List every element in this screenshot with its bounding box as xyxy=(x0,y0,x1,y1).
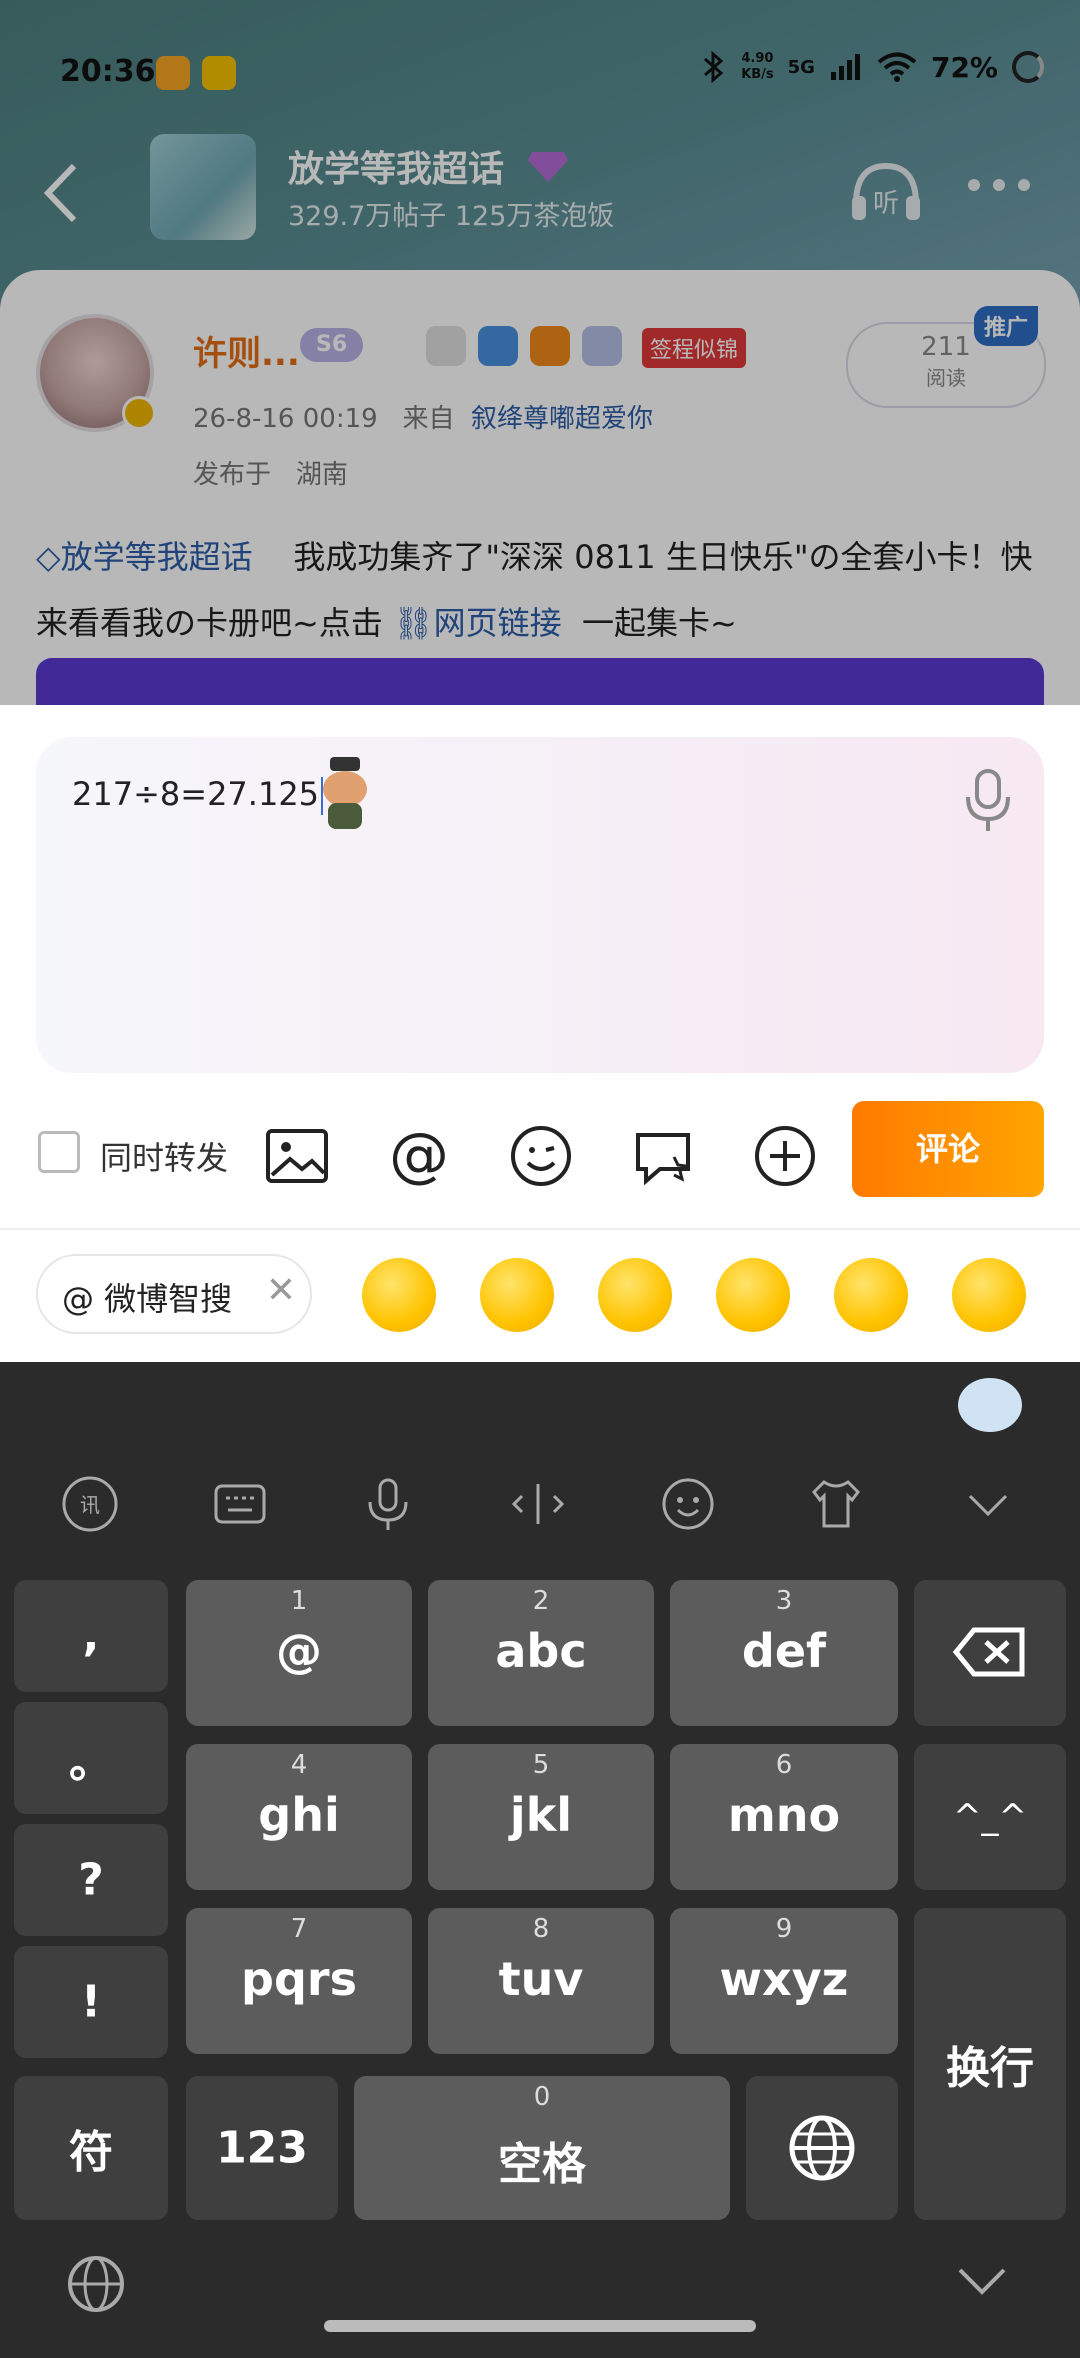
key-label: , xyxy=(82,1610,100,1662)
key-letters: tuv xyxy=(498,1952,584,2006)
composer-toolbar: 同时转发 @ 评论 xyxy=(0,1101,1080,1201)
hamster-sticker-icon xyxy=(323,757,367,829)
key-symbol[interactable]: 符 xyxy=(14,2076,168,2220)
key-3[interactable]: 3 def xyxy=(670,1580,898,1726)
mention-chip-label: @ 微博智搜 xyxy=(62,1280,233,1318)
key-emoticon[interactable]: ^_^ xyxy=(914,1744,1066,1890)
key-number: 8 xyxy=(532,1914,550,1944)
collapse-chevron-down-icon[interactable] xyxy=(958,1474,1018,1534)
heart-eyes-emoji-icon[interactable] xyxy=(480,1258,554,1332)
key-letters: pqrs xyxy=(241,1952,357,2006)
key-language[interactable] xyxy=(746,2076,898,2220)
key-9[interactable]: 9 wxyz xyxy=(670,1908,898,2054)
key-letters: wxyz xyxy=(719,1952,849,2006)
system-globe-icon[interactable] xyxy=(66,2254,126,2314)
mention-icon[interactable]: @ xyxy=(386,1123,452,1189)
comment-input-text[interactable]: 217÷8=27.125 xyxy=(72,775,324,815)
key-exclamation[interactable]: ! xyxy=(14,1946,168,2058)
emoji-panel-icon[interactable] xyxy=(658,1474,718,1534)
overlay-dim[interactable] xyxy=(0,0,1080,705)
repost-label: 同时转发 xyxy=(100,1139,229,1177)
crying-emoji-icon[interactable] xyxy=(834,1258,908,1332)
key-number: 7 xyxy=(290,1914,308,1944)
key-label: 123 xyxy=(216,2122,308,2174)
key-number: 6 xyxy=(775,1750,793,1780)
key-number: 0 xyxy=(533,2082,551,2112)
comment-composer: 217÷8=27.125 同时转发 @ 评论 xyxy=(0,705,1080,1228)
key-number: 2 xyxy=(532,1586,550,1616)
key-number: 3 xyxy=(775,1586,793,1616)
mention-chip[interactable]: @ 微博智搜 ✕ xyxy=(36,1254,312,1334)
key-question[interactable]: ? xyxy=(14,1824,168,1936)
svg-text:@: @ xyxy=(389,1123,449,1189)
svg-text:讯: 讯 xyxy=(80,1493,100,1517)
question-emoji-icon[interactable] xyxy=(598,1258,672,1332)
key-period[interactable]: 。 xyxy=(14,1702,168,1814)
key-4[interactable]: 4 ghi xyxy=(186,1744,412,1890)
close-icon[interactable]: ✕ xyxy=(266,1270,296,1311)
smirk-emoji-icon[interactable] xyxy=(716,1258,790,1332)
key-label: ! xyxy=(80,1976,102,2028)
love-emoji-icon[interactable] xyxy=(362,1258,436,1332)
key-number: 9 xyxy=(775,1914,793,1944)
key-letters: ghi xyxy=(258,1788,340,1842)
submit-comment-button[interactable]: 评论 xyxy=(852,1101,1044,1197)
repost-checkbox[interactable] xyxy=(38,1131,80,1173)
home-indicator[interactable] xyxy=(324,2320,756,2332)
key-5[interactable]: 5 jkl xyxy=(428,1744,654,1890)
key-comma[interactable]: , xyxy=(14,1580,168,1692)
keyboard-layout-icon[interactable] xyxy=(210,1474,270,1534)
key-number: 1 xyxy=(290,1586,308,1616)
key-letters: 空格 xyxy=(498,2139,586,2190)
key-2[interactable]: 2 abc xyxy=(428,1580,654,1726)
key-8[interactable]: 8 tuv xyxy=(428,1908,654,2054)
key-7[interactable]: 7 pqrs xyxy=(186,1908,412,2054)
key-label: ^_^ xyxy=(953,1797,1027,1837)
emoji-suggestion-row: @ 微博智搜 ✕ xyxy=(0,1228,1080,1364)
keyboard-brand-icon[interactable]: 讯 xyxy=(60,1474,120,1534)
cursor-icon[interactable] xyxy=(508,1474,568,1534)
skin-shirt-icon[interactable] xyxy=(806,1474,866,1534)
globe-icon xyxy=(789,2115,855,2181)
key-letters: @ xyxy=(276,1624,322,1678)
image-icon[interactable] xyxy=(264,1123,330,1189)
key-letters: abc xyxy=(495,1624,587,1678)
key-number: 5 xyxy=(532,1750,550,1780)
backspace-icon xyxy=(952,1627,1025,1677)
key-backspace[interactable] xyxy=(914,1580,1066,1726)
key-space[interactable]: 0 空格 xyxy=(354,2076,730,2220)
key-letters: def xyxy=(741,1624,827,1678)
key-label: 换行 xyxy=(946,2043,1034,2094)
add-icon[interactable] xyxy=(752,1123,818,1189)
key-numeric[interactable]: 123 xyxy=(186,2076,338,2220)
voice-icon[interactable] xyxy=(358,1474,418,1534)
topic-icon[interactable] xyxy=(630,1123,696,1189)
keyboard: 讯 , 。 ? ! 1 @ 2 abc 3 def 4 ghi 5 jkl 6 mno ^_… xyxy=(0,1362,1080,2358)
key-letters: mno xyxy=(727,1788,841,1842)
hide-keyboard-chevron-icon[interactable] xyxy=(954,2262,1010,2302)
key-1[interactable]: 1 @ xyxy=(186,1580,412,1726)
voice-input-icon[interactable] xyxy=(960,765,1016,835)
key-letters: jkl xyxy=(509,1788,573,1842)
key-label: 。 xyxy=(69,1737,113,1788)
key-label: 符 xyxy=(69,2127,113,2178)
input-value: 217÷8=27.125 xyxy=(72,775,320,813)
key-enter[interactable]: 换行 xyxy=(914,1908,1066,2220)
keyboard-mascot-icon[interactable] xyxy=(958,1378,1022,1432)
key-number: 4 xyxy=(290,1750,308,1780)
emoji-icon[interactable] xyxy=(508,1123,574,1189)
key-label: ? xyxy=(78,1854,104,1906)
key-6[interactable]: 6 mno xyxy=(670,1744,898,1890)
tongue-emoji-icon[interactable] xyxy=(952,1258,1026,1332)
